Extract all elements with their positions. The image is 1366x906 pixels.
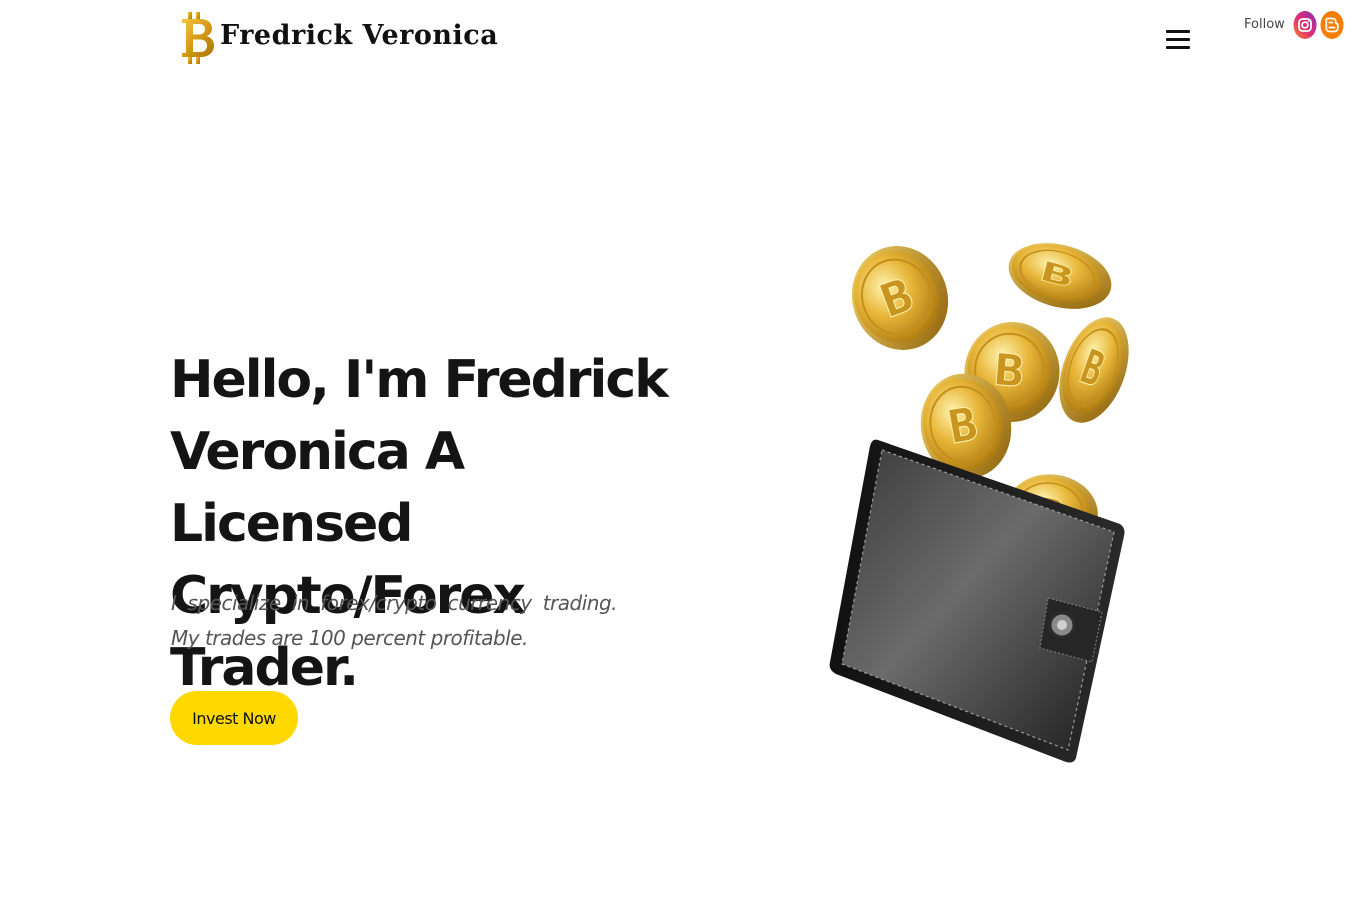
- instagram-icon[interactable]: [1293, 10, 1317, 40]
- hamburger-menu-icon[interactable]: [1166, 28, 1192, 52]
- brand-home-link[interactable]: Fredrick Veronica: [178, 10, 498, 66]
- blogger-icon[interactable]: [1320, 10, 1344, 40]
- hero-subtitle: I specialize in forex/crypto currency tr…: [171, 591, 618, 650]
- coin-top-right: [1000, 231, 1120, 321]
- coin-top-left: [836, 231, 964, 365]
- bitcoin-b-icon: [182, 12, 214, 64]
- coin-right: [1045, 306, 1140, 434]
- follow-label: Follow: [1244, 16, 1285, 32]
- brand-name: Fredrick Veronica: [220, 19, 499, 51]
- invest-now-button[interactable]: Invest Now: [170, 691, 298, 745]
- bitcoin-wallet-illustration: B: [829, 231, 1140, 763]
- page: Fredrick Veronica Follow Hello, I'm Fred…: [0, 0, 1366, 906]
- social-follow: Follow: [1244, 10, 1347, 40]
